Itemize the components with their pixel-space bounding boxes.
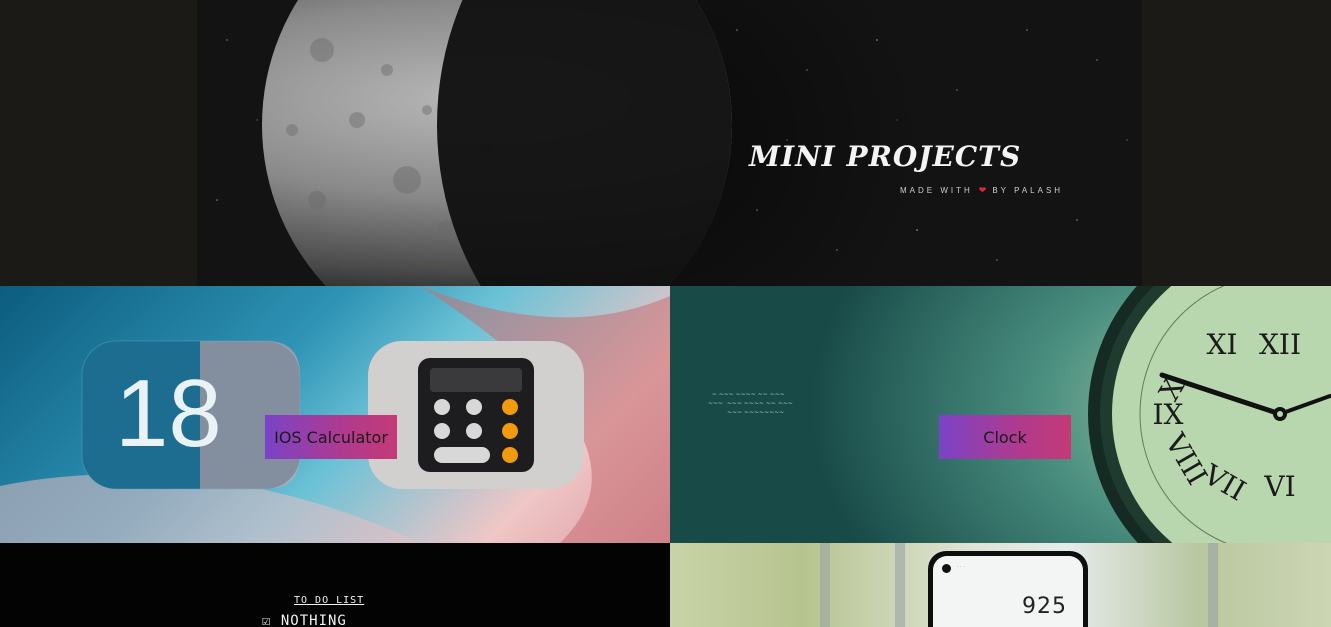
hero-title: MINI PROJECTS xyxy=(749,140,1022,173)
project-card-clock: XI XII X IX VIII VII VI ~ ~~~ ~~~~ ~~ ~~… xyxy=(670,286,1331,543)
hero-banner: MINI PROJECTS MADE WITH ❤ BY PALASH xyxy=(0,0,1331,286)
ios-18-label: 18 xyxy=(115,360,222,467)
camera-icon xyxy=(942,564,951,573)
phone-screen: · · · 925 xyxy=(933,556,1083,627)
background-pillar xyxy=(820,543,830,627)
status-bar: · · · xyxy=(957,564,965,570)
clock-button[interactable]: Clock xyxy=(939,415,1071,459)
author-text: BY PALASH xyxy=(992,186,1064,195)
project-card-todo: TO DO LIST ☑ NOTHING xyxy=(0,543,670,627)
svg-text:IX: IX xyxy=(1153,398,1184,431)
svg-text:XII: XII xyxy=(1259,328,1301,361)
phone-device: · · · 925 xyxy=(928,551,1088,627)
todo-title: TO DO LIST xyxy=(294,595,365,606)
phone-readout: 925 xyxy=(1022,594,1067,619)
background-pillar xyxy=(895,543,905,627)
ios-calculator-button[interactable]: IOS Calculator xyxy=(265,415,397,459)
hero-subtitle: MADE WITH ❤ BY PALASH xyxy=(900,185,1063,196)
heart-icon: ❤ xyxy=(978,185,987,195)
clock-quote: ~ ~~~ ~~~~ ~~ ~~~ ~~~ ~~~ ~~~~ ~~ ~~~ ~~… xyxy=(708,391,793,416)
made-with-text: MADE WITH xyxy=(900,186,973,195)
svg-text:XI: XI xyxy=(1207,328,1238,361)
project-card-ios-calculator: 18 IOS Calculator xyxy=(0,286,670,543)
hero-image: MINI PROJECTS MADE WITH ❤ BY PALASH xyxy=(197,0,1142,286)
svg-text:VI: VI xyxy=(1263,470,1295,503)
todo-item: ☑ NOTHING xyxy=(262,613,347,627)
project-card-phone: · · · 925 xyxy=(670,543,1331,627)
background-pillar xyxy=(1208,543,1218,627)
